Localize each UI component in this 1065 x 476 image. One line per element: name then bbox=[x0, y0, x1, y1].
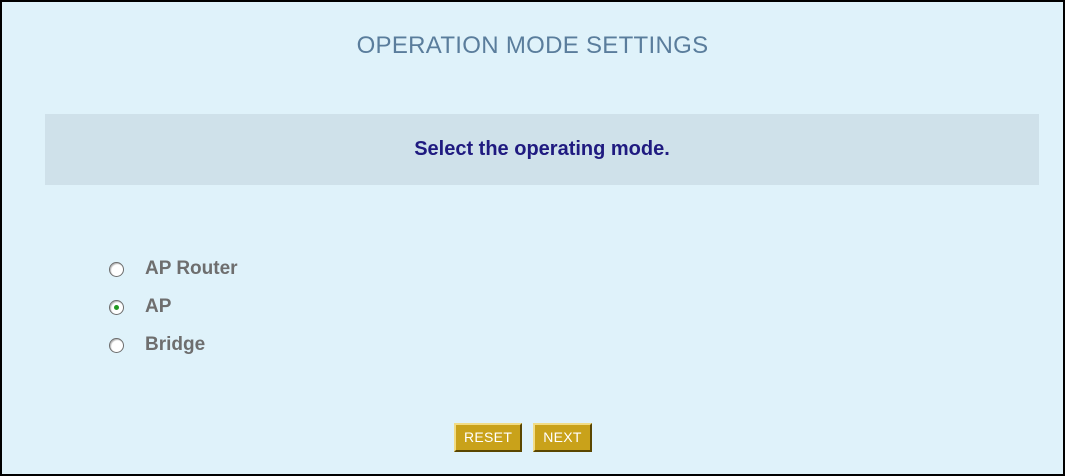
button-bar: RESET NEXT bbox=[454, 423, 592, 452]
mode-option-bridge[interactable]: Bridge bbox=[109, 326, 238, 364]
mode-label-bridge: Bridge bbox=[145, 334, 206, 355]
prompt-band: Select the operating mode. bbox=[45, 114, 1039, 185]
mode-list: AP Router AP Bridge bbox=[109, 250, 238, 364]
mode-option-ap[interactable]: AP bbox=[109, 288, 238, 326]
radio-button-ap[interactable] bbox=[109, 299, 124, 315]
mode-label-ap-router: AP Router bbox=[145, 258, 238, 279]
mode-label-ap: AP bbox=[145, 296, 172, 317]
radio-selected-dot bbox=[114, 304, 119, 310]
mode-option-ap-router[interactable]: AP Router bbox=[109, 250, 238, 288]
prompt-text: Select the operating mode. bbox=[414, 138, 670, 160]
settings-panel: OPERATION MODE SETTINGS Select the opera… bbox=[0, 0, 1065, 476]
reset-button[interactable]: RESET bbox=[454, 423, 523, 452]
radio-button-ap-router[interactable] bbox=[109, 261, 124, 277]
next-button[interactable]: NEXT bbox=[533, 423, 592, 452]
radio-button-bridge[interactable] bbox=[109, 337, 124, 353]
page-title: OPERATION MODE SETTINGS bbox=[356, 32, 709, 59]
